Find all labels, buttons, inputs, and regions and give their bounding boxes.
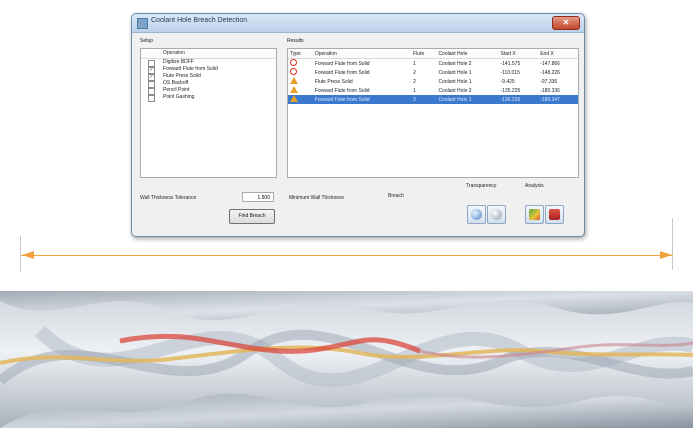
breach-detection-window: Coolant Hole Breach Detection ✕ Setup Op… bbox=[131, 13, 585, 237]
result-flute-cell: 2 bbox=[411, 95, 437, 104]
operation-label: Digitize BDFF bbox=[163, 59, 194, 65]
transparent-body-icon bbox=[471, 209, 482, 220]
result-type-cell bbox=[288, 86, 313, 95]
analysis-map-button[interactable] bbox=[525, 205, 544, 224]
warning-icon bbox=[290, 95, 298, 102]
result-row[interactable]: Forward Flute from Solid 1 Coolant Hole 2 -… bbox=[288, 86, 578, 95]
operation-label: Pencil Point bbox=[163, 87, 190, 93]
result-flute-cell: 2 bbox=[413, 78, 416, 85]
result-end-x-cell: -148.226 bbox=[540, 69, 560, 76]
window-title: Coolant Hole Breach Detection bbox=[151, 17, 248, 24]
setup-operation-item[interactable]: ✓ Forward Flute from Solid bbox=[141, 66, 276, 74]
result-operation-cell: Forward Flute from Solid bbox=[314, 69, 370, 76]
analysis-label: Analysis bbox=[525, 183, 544, 189]
result-start-x-cell: -141.575 bbox=[500, 60, 521, 67]
operation-label: Point Gashing bbox=[163, 94, 195, 100]
analysis-breach-button[interactable] bbox=[545, 205, 564, 224]
operation-label: Forward Flute from Solid bbox=[163, 66, 218, 72]
close-button[interactable]: ✕ bbox=[552, 16, 580, 30]
result-start-x-cell: -136.235 bbox=[498, 95, 539, 104]
results-group-label: Results bbox=[287, 38, 304, 44]
setup-operation-item[interactable]: Point Gashing bbox=[141, 94, 276, 102]
result-row[interactable]: Flute Press Solid 2 Coolant Hole 1 -9.425 -9… bbox=[288, 77, 578, 86]
dimension-arrow-left-icon bbox=[22, 251, 34, 259]
dimension-extension-left bbox=[20, 236, 21, 272]
result-operation-cell: Flute Press Solid bbox=[314, 78, 353, 85]
results-column-header[interactable]: Operation bbox=[312, 49, 412, 59]
result-flute-cell: 1 bbox=[413, 60, 416, 67]
result-end-x-cell: -147.866 bbox=[540, 60, 560, 67]
results-table-panel[interactable]: Type Operation Flute Coolant Hole Start X End… bbox=[287, 48, 579, 178]
result-hole-cell: Coolant Hole 2 bbox=[438, 60, 472, 67]
setup-operation-list[interactable]: Operation Digitize BDFF ✓ Forward Flute fr… bbox=[140, 48, 277, 178]
error-icon bbox=[290, 59, 297, 66]
app-icon bbox=[137, 18, 148, 29]
warning-icon bbox=[290, 86, 298, 93]
dimension-extension-right bbox=[672, 218, 673, 270]
results-header-row: Type Operation Flute Coolant Hole Start X End… bbox=[288, 49, 578, 59]
setup-operation-item[interactable]: Digitize BDFF bbox=[141, 59, 276, 67]
result-hole-cell: Coolant Hole 2 bbox=[438, 87, 472, 94]
result-operation-cell: Forward Flute from Solid bbox=[314, 60, 370, 67]
result-row[interactable]: Forward Flute from Solid 1 Coolant Hole 2 -… bbox=[288, 59, 578, 69]
setup-column-header: Operation bbox=[141, 49, 276, 59]
transparency-on-button[interactable] bbox=[467, 205, 486, 224]
warning-icon bbox=[290, 77, 298, 84]
result-start-x-cell: -135.235 bbox=[500, 87, 521, 94]
results-column-header[interactable]: Flute bbox=[411, 49, 437, 59]
min-wall-thickness-label: Minimum Wall Thickness bbox=[289, 195, 345, 201]
result-flute-cell: 2 bbox=[413, 69, 416, 76]
breach-highlight-icon bbox=[549, 209, 560, 220]
result-row[interactable]: Forward Flute from Solid 2 Coolant Hole 1-… bbox=[288, 95, 578, 104]
result-start-x-cell: -110.015 bbox=[500, 69, 520, 76]
result-flute-cell: 1 bbox=[413, 87, 416, 94]
result-operation-cell: Forward Flute from Solid bbox=[312, 95, 412, 104]
setup-operation-item[interactable]: ✓ Flute Press Solid bbox=[141, 73, 276, 81]
operation-label: Flute Press Solid bbox=[163, 73, 201, 79]
find-breach-button[interactable]: Find Breach bbox=[229, 209, 275, 224]
result-type-cell bbox=[288, 77, 313, 86]
min-wall-thickness-value: Breach bbox=[388, 193, 404, 199]
opaque-body-icon bbox=[491, 209, 502, 220]
drill-flute-render bbox=[0, 291, 693, 428]
setup-operation-item[interactable]: Pencil Point bbox=[141, 87, 276, 95]
setup-operation-item[interactable]: OS Backoff bbox=[141, 80, 276, 88]
result-start-x-cell: -9.425 bbox=[500, 78, 515, 85]
result-end-x-cell: -180.347 bbox=[538, 95, 578, 104]
analysis-map-icon bbox=[529, 209, 540, 220]
result-type-cell bbox=[288, 68, 313, 77]
dialog-body: Setup Operation Digitize BDFF ✓ Forward Fl… bbox=[132, 33, 584, 236]
wall-tolerance-label: Wall Thickness Tolerance bbox=[140, 195, 197, 201]
operation-label: OS Backoff bbox=[163, 80, 189, 86]
result-operation-cell: Forward Flute from Solid bbox=[314, 87, 370, 94]
results-column-header[interactable]: Start X bbox=[498, 49, 539, 59]
setup-group-label: Setup bbox=[140, 38, 154, 44]
title-bar[interactable]: Coolant Hole Breach Detection ✕ bbox=[132, 14, 584, 33]
wall-tolerance-input[interactable]: 1.500 bbox=[242, 192, 274, 202]
result-hole-cell: Coolant Hole 1 bbox=[436, 95, 499, 104]
result-type-cell bbox=[288, 95, 313, 104]
error-icon bbox=[290, 68, 297, 75]
dimension-line bbox=[21, 255, 673, 256]
results-column-header[interactable]: Coolant Hole bbox=[436, 49, 499, 59]
result-type-cell bbox=[288, 59, 313, 69]
dimension-arrow-right-icon bbox=[660, 251, 672, 259]
result-hole-cell: Coolant Hole 1 bbox=[438, 78, 472, 85]
result-row[interactable]: Forward Flute from Solid 2 Coolant Hole 1 -… bbox=[288, 68, 578, 77]
transparency-label: Transparency bbox=[466, 183, 497, 189]
operation-checkbox[interactable] bbox=[148, 95, 155, 102]
result-end-x-cell: -97.336 bbox=[540, 78, 558, 85]
results-column-header[interactable]: End X bbox=[538, 49, 578, 59]
results-column-header[interactable]: Type bbox=[288, 49, 313, 59]
transparency-off-button[interactable] bbox=[487, 205, 506, 224]
result-end-x-cell: -180.336 bbox=[540, 87, 560, 94]
result-hole-cell: Coolant Hole 1 bbox=[438, 69, 472, 76]
results-table: Type Operation Flute Coolant Hole Start X End… bbox=[288, 49, 578, 104]
